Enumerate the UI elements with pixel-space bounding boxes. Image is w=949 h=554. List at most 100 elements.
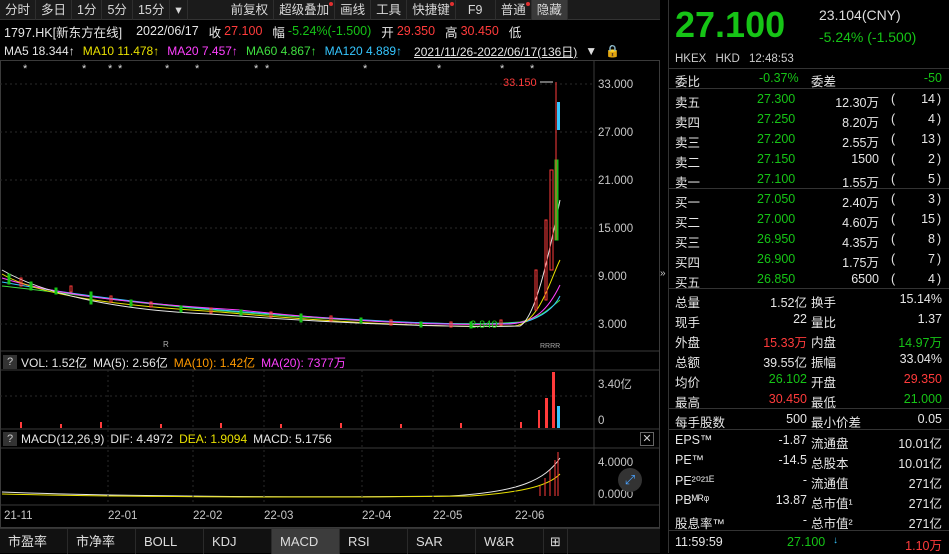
fund-label: PBᴹᴿᵠ	[675, 493, 710, 507]
hide-panel-button[interactable]: 隐藏	[531, 0, 568, 20]
stock-code-name: 1797.HK[新东方在线]	[4, 25, 123, 40]
rrrr-marker: RRRR	[540, 343, 560, 350]
ma10-value: MA10 11.478↑	[82, 44, 160, 58]
help-icon[interactable]: ?	[3, 432, 17, 446]
fund-value: -14.5	[778, 453, 808, 467]
fund-label: PE™	[675, 453, 705, 467]
date-range[interactable]: 2021/11/26-2022/06/17(136日)	[414, 43, 577, 60]
expand-right-arrow-icon[interactable]: »	[660, 268, 668, 279]
tab-pb[interactable]: 市净率	[68, 529, 136, 554]
svg-text:27.000: 27.000	[598, 127, 633, 139]
toolbar: 分时 多日 1分 5分 15分 ▾ 前复权 超级叠加 画线 工具 快捷键 F9 …	[0, 0, 660, 20]
change-label: 幅	[272, 25, 285, 40]
tab-pe[interactable]: 市盈率	[0, 529, 68, 554]
svg-text:*: *	[82, 63, 87, 75]
bid-count: 4	[928, 272, 935, 286]
fund-value: -	[802, 473, 807, 487]
macd-histogram	[539, 452, 559, 496]
bid-price: 27.000	[757, 212, 796, 226]
lot-value: 500	[786, 412, 807, 426]
macd-dif: DIF: 4.4972	[110, 432, 174, 446]
tab-15min[interactable]: 15分	[133, 0, 171, 20]
trade-volume: 1.10万	[905, 539, 942, 553]
period-dropdown-icon[interactable]: ▾	[170, 0, 188, 20]
normal-mode-button[interactable]: 普通	[496, 0, 532, 20]
f9-button[interactable]: F9	[456, 0, 496, 20]
tab-1min[interactable]: 1分	[72, 0, 103, 20]
tab-5min[interactable]: 5分	[102, 0, 133, 20]
ask-open-paren: (	[891, 112, 896, 126]
tab-boll[interactable]: BOLL	[136, 529, 204, 554]
ask-row: 卖一 27.100 1.55万(5)	[669, 169, 949, 190]
tools-button[interactable]: 工具	[371, 0, 408, 20]
bid-price: 27.050	[757, 192, 796, 206]
volume-axis: 3.40亿 0	[598, 378, 632, 427]
svg-text:*: *	[118, 63, 123, 75]
close-label: 收	[208, 25, 222, 40]
ask-open-paren: (	[891, 172, 896, 186]
ma60-line	[1, 285, 561, 325]
svg-text:*: *	[500, 63, 505, 75]
collapse-triangle-icon[interactable]: ▼	[585, 44, 597, 58]
tab-macd[interactable]: MACD	[272, 529, 340, 554]
price-change: -5.24% (-1.500)	[819, 29, 917, 45]
fund-label: 股息率™	[675, 517, 726, 531]
svg-text:22-05: 22-05	[433, 510, 462, 522]
indicator-tabs: 市盈率 市净率 BOLL KDJ MACD RSI SAR W&R ⊞	[0, 528, 660, 554]
svg-text:*: *	[108, 63, 113, 75]
svg-text:3.40亿: 3.40亿	[598, 378, 632, 391]
stat-row: 外盘 15.33万 内盘 14.97万	[669, 329, 949, 350]
candles-up	[19, 169, 554, 328]
help-icon[interactable]: ?	[3, 355, 17, 369]
high-price-marker: 33.150	[503, 77, 537, 89]
tab-kdj[interactable]: KDJ	[204, 529, 272, 554]
super-overlay-button[interactable]: 超级叠加	[274, 0, 336, 20]
currency: HKD	[715, 53, 740, 65]
bid-count: 3	[928, 192, 935, 206]
ask-close-paren: )	[937, 172, 942, 186]
bid-row: 买二 27.000 4.60万(15)	[669, 209, 949, 230]
svg-text:22-02: 22-02	[193, 510, 222, 522]
ask-row: 卖五 27.300 12.30万(14)	[669, 89, 949, 110]
ask-count: 4	[928, 112, 935, 126]
macd-name: MACD(12,26,9)	[21, 432, 105, 446]
candles	[7, 159, 559, 329]
vol-ma10: MA(10): 1.42亿	[173, 355, 256, 370]
ma120-value: MA120 4.889↑	[324, 44, 403, 58]
tab-intraday[interactable]: 分时	[0, 0, 37, 20]
close-icon[interactable]: ✕	[640, 432, 654, 446]
bid-count: 8	[928, 232, 935, 246]
svg-text:0: 0	[598, 415, 604, 427]
macd-dea: DEA: 1.9094	[179, 432, 248, 446]
forward-adjust-button[interactable]: 前复权	[226, 0, 275, 20]
bid-open-paren: (	[891, 272, 896, 286]
fund-label: EPS™	[675, 433, 713, 447]
bid-close-paren: )	[937, 192, 942, 206]
tab-sar[interactable]: SAR	[408, 529, 476, 554]
bid-row: 买五 26.850 6500(4)	[669, 269, 949, 290]
volume-header: ? VOL: 1.52亿 MA(5): 2.56亿 MA(10): 1.42亿 …	[0, 352, 660, 372]
stat-value: 33.04%	[899, 352, 942, 366]
ma60-value: MA60 4.867↑	[245, 44, 317, 58]
expand-icon[interactable]: ⤢	[618, 468, 642, 492]
quote-time: 12:48:53	[749, 53, 794, 65]
tab-rsi[interactable]: RSI	[340, 529, 408, 554]
shortcut-button[interactable]: 快捷键	[407, 0, 456, 20]
add-indicator-icon[interactable]: ⊞	[544, 529, 568, 554]
bid-close-paren: )	[937, 212, 942, 226]
fund-label: 总市值²	[811, 517, 853, 531]
ask-close-paren: )	[937, 152, 942, 166]
price-axis: 33.000 27.000 21.000 15.000 9.000 3.000	[598, 79, 633, 331]
lock-icon[interactable]: 🔒	[605, 44, 620, 58]
stat-value: 22	[793, 312, 807, 326]
fund-value: -	[802, 513, 807, 527]
high-label: 高	[445, 25, 458, 40]
stat-value: 21.000	[903, 392, 942, 406]
ask-price: 27.200	[757, 132, 796, 146]
tab-wr[interactable]: W&R	[476, 529, 544, 554]
draw-line-button[interactable]: 画线	[335, 0, 372, 20]
ask-close-paren: )	[937, 112, 942, 126]
tab-multi-day[interactable]: 多日	[36, 0, 73, 20]
stock-date: 2022/06/17	[136, 24, 199, 38]
svg-text:3.000: 3.000	[598, 319, 627, 331]
